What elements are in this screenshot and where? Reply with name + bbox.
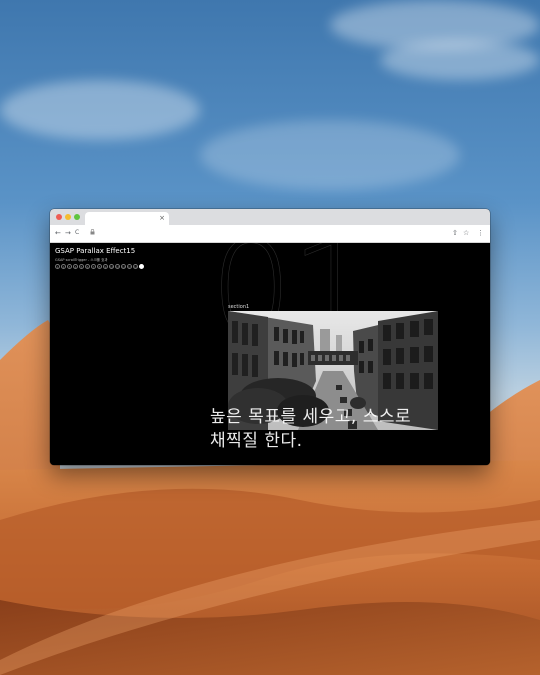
nav-dot-5[interactable]: 5: [79, 264, 84, 269]
page-subtitle: GSAP scrollTrigger - 스크롤 효과: [55, 258, 108, 262]
section-headline: 높은 목표를 세우고, 스스로 채찍질 한다.: [210, 405, 411, 453]
reload-icon[interactable]: C: [75, 228, 79, 238]
nav-dot-9[interactable]: 9: [103, 264, 108, 269]
maximize-window-button[interactable]: [74, 214, 80, 220]
bookmark-icon[interactable]: ☆: [463, 228, 469, 238]
nav-dot-1[interactable]: 1: [55, 264, 60, 269]
minimize-window-button[interactable]: [65, 214, 71, 220]
nav-dot-8[interactable]: 8: [97, 264, 102, 269]
page-viewport: 01 GSAP Parallax Effect15 GSAP scrollTri…: [50, 243, 490, 465]
menu-icon[interactable]: ⋮: [477, 228, 484, 238]
nav-dot-15[interactable]: [139, 264, 144, 269]
share-icon[interactable]: ⇧: [452, 228, 458, 238]
back-icon[interactable]: ←: [55, 228, 61, 238]
page-title: GSAP Parallax Effect15: [55, 247, 136, 255]
nav-dot-6[interactable]: 6: [85, 264, 90, 269]
section-nav-dots: 1 2 3 4 5 6 7 8 9 10 11 12 13 14: [55, 264, 144, 270]
nav-dot-10[interactable]: 10: [109, 264, 114, 269]
address-bar[interactable]: [84, 228, 444, 239]
headline-line-1: 높은 목표를 세우고, 스스로: [210, 407, 412, 427]
browser-toolbar: ← → C ⇧ ☆ ⋮: [50, 225, 490, 243]
lock-icon: [90, 229, 95, 237]
headline-line-2: 채찍질 한다.: [210, 431, 303, 451]
nav-dot-4[interactable]: 4: [73, 264, 78, 269]
nav-dot-7[interactable]: 7: [91, 264, 96, 269]
nav-dot-11[interactable]: 11: [115, 264, 120, 269]
section-label: section1: [228, 304, 250, 310]
browser-window: × ← → C ⇧ ☆ ⋮ 01 GSAP Parallax Effect15 …: [50, 209, 490, 465]
close-window-button[interactable]: [56, 214, 62, 220]
nav-dot-14[interactable]: 14: [133, 264, 138, 269]
nav-dot-3[interactable]: 3: [67, 264, 72, 269]
forward-icon[interactable]: →: [65, 228, 71, 238]
nav-dot-13[interactable]: 13: [127, 264, 132, 269]
nav-dot-12[interactable]: 12: [121, 264, 126, 269]
title-bar: ×: [50, 209, 490, 225]
tab-close-icon[interactable]: ×: [159, 213, 165, 223]
nav-dot-2[interactable]: 2: [61, 264, 66, 269]
browser-tab[interactable]: ×: [85, 212, 169, 225]
